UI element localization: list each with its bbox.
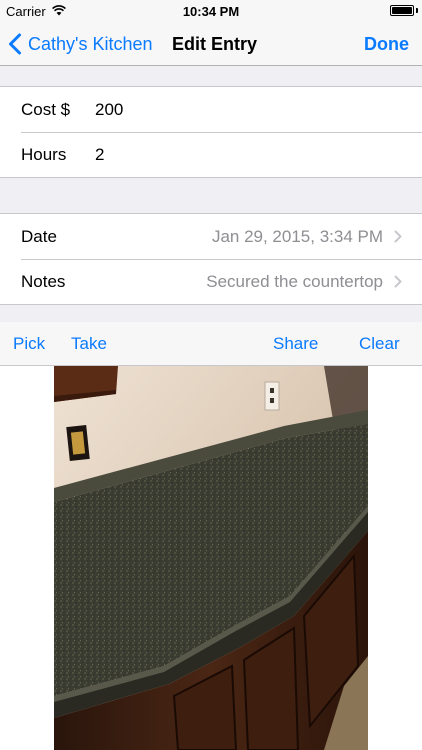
status-bar: Carrier 10:34 PM bbox=[0, 0, 422, 22]
date-label: Date bbox=[21, 227, 57, 246]
share-button[interactable]: Share bbox=[273, 322, 318, 365]
chevron-right-icon bbox=[394, 230, 402, 243]
cost-field[interactable] bbox=[95, 87, 395, 132]
chevron-right-icon bbox=[394, 275, 402, 288]
page-title: Edit Entry bbox=[172, 34, 258, 54]
back-button-label: Cathy's Kitchen bbox=[28, 33, 153, 54]
status-time: 10:34 PM bbox=[182, 4, 240, 19]
clear-button[interactable]: Clear bbox=[359, 322, 400, 365]
pick-photo-button[interactable]: Pick bbox=[13, 322, 45, 365]
notes-row[interactable]: Notes Secured the countertop bbox=[0, 259, 422, 304]
hours-row: Hours bbox=[0, 132, 422, 177]
photo-toolbar: Pick Take Share Clear bbox=[0, 322, 422, 366]
cost-label: Cost $ bbox=[21, 100, 71, 119]
battery-icon bbox=[390, 5, 414, 16]
chevron-left-icon bbox=[9, 33, 21, 55]
date-notes-group: Date Jan 29, 2015, 3:34 PM Notes Secured… bbox=[0, 213, 422, 305]
date-row[interactable]: Date Jan 29, 2015, 3:34 PM bbox=[0, 214, 422, 259]
navigation-bar: Cathy's Kitchen Edit Entry Done bbox=[0, 22, 422, 66]
back-button[interactable]: Cathy's Kitchen bbox=[8, 22, 153, 66]
cost-hours-group: Cost $ Hours bbox=[0, 86, 422, 178]
hours-field[interactable] bbox=[95, 132, 395, 177]
cost-row: Cost $ bbox=[0, 87, 422, 132]
notes-label: Notes bbox=[21, 272, 66, 291]
countertop-photo bbox=[54, 366, 368, 750]
notes-value: Secured the countertop bbox=[206, 272, 383, 291]
take-photo-button[interactable]: Take bbox=[71, 322, 107, 365]
done-button[interactable]: Done bbox=[364, 22, 409, 66]
hours-label: Hours bbox=[21, 145, 67, 164]
date-value: Jan 29, 2015, 3:34 PM bbox=[211, 227, 383, 246]
photo-area bbox=[0, 366, 422, 750]
battery-tip bbox=[416, 8, 418, 13]
